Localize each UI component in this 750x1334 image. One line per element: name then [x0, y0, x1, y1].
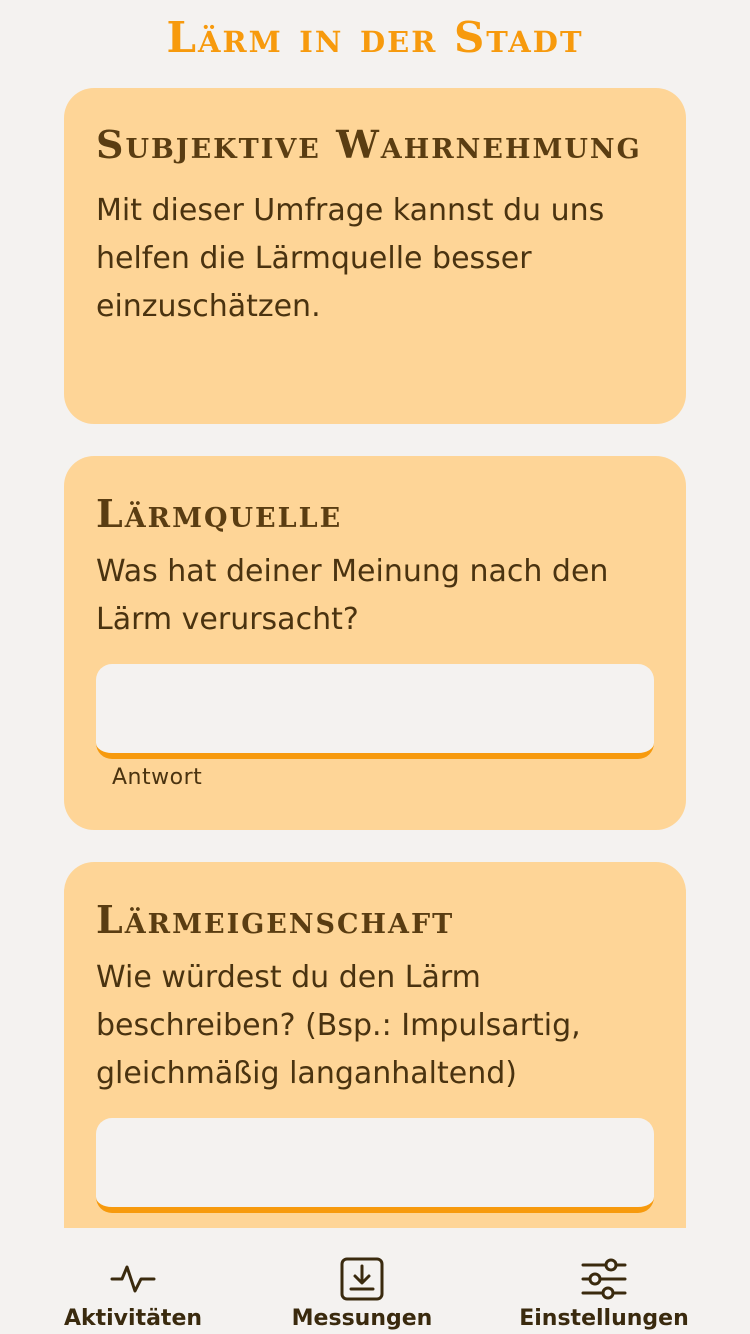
noise-property-card: Lärmeigenschaft Wie würdest du den Lärm …	[64, 862, 686, 1282]
intro-card-title: Subjektive Wahrnehmung	[96, 122, 642, 167]
bottom-navigation: Aktivitäten Messungen Einstellungen	[0, 1228, 750, 1334]
noise-property-question: Wie würdest du den Lärm beschreiben? (Bs…	[96, 960, 581, 1091]
activity-icon	[110, 1256, 156, 1302]
download-box-icon	[339, 1256, 385, 1302]
noise-source-title: Lärmquelle	[96, 491, 343, 536]
nav-label-messungen: Messungen	[291, 1306, 433, 1331]
nav-item-aktivitaeten[interactable]: Aktivitäten	[58, 1228, 208, 1334]
nav-item-einstellungen[interactable]: Einstellungen	[519, 1228, 689, 1334]
intro-card: Subjektive Wahrnehmung Mit dieser Umfrag…	[64, 88, 686, 424]
noise-source-card: Lärmquelle Was hat deiner Meinung nach d…	[64, 456, 686, 830]
nav-label-einstellungen: Einstellungen	[519, 1306, 689, 1331]
nav-label-aktivitaeten: Aktivitäten	[63, 1306, 203, 1331]
intro-card-text: Mit dieser Umfrage kannst du uns helfen …	[96, 193, 605, 324]
noise-source-question: Was hat deiner Meinung nach den Lärm ver…	[96, 554, 609, 637]
app-title: Lärm in der Stadt	[166, 13, 584, 62]
noise-source-input[interactable]	[96, 664, 654, 759]
noise-property-input[interactable]	[96, 1118, 654, 1213]
noise-source-helper-text: Antwort	[112, 765, 203, 790]
nav-item-messungen[interactable]: Messungen	[287, 1228, 437, 1334]
sliders-icon	[581, 1256, 627, 1302]
noise-property-title: Lärmeigenschaft	[96, 897, 455, 942]
